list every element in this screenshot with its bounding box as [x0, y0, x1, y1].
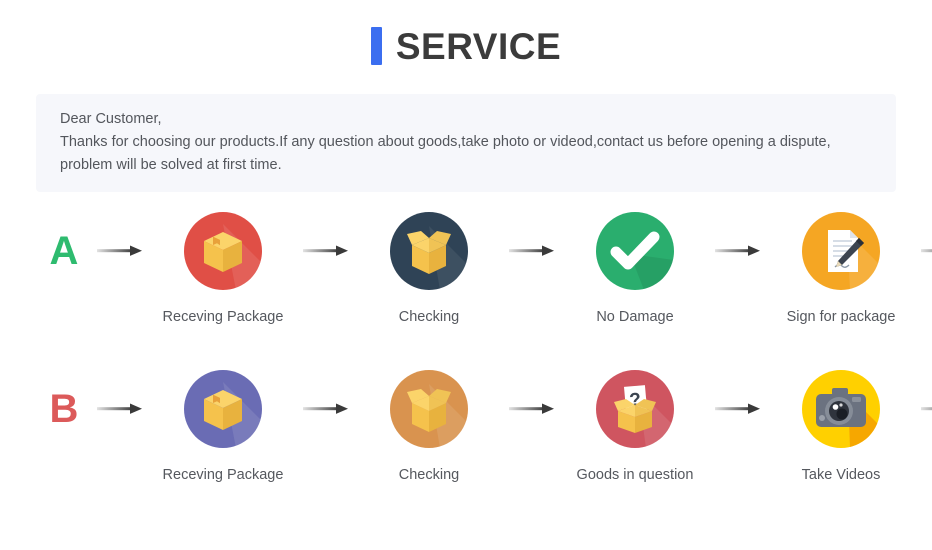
document-pen-icon	[802, 212, 880, 290]
arrow-right-icon	[916, 370, 932, 448]
flow-step-label: Take Videos	[801, 467, 881, 483]
arrow-right-icon	[916, 212, 932, 290]
customer-notice-box: Dear Customer, Thanks for choosing our p…	[36, 94, 896, 192]
flow-row-a: A Receving Package Checking No Damage Si…	[0, 212, 932, 327]
flow-step[interactable]: Checking	[354, 212, 504, 327]
open-box-icon	[390, 212, 468, 290]
flow-step-label: Receving Package	[162, 467, 284, 483]
open-box-icon	[390, 370, 468, 448]
closed-box-icon	[184, 212, 262, 290]
page-title: SERVICE	[0, 0, 932, 80]
arrow-right-icon	[504, 212, 560, 290]
flow-step[interactable]: ? Goods in question	[560, 370, 710, 485]
flow-step[interactable]: No Damage	[560, 212, 710, 327]
flow-step[interactable]: Sign for package	[766, 212, 916, 327]
flow-step-label: Checking	[398, 467, 460, 483]
flow-step[interactable]: Checking	[354, 370, 504, 485]
service-page: SERVICE Dear Customer, Thanks for choosi…	[0, 0, 932, 550]
flow-step-label: Checking	[398, 309, 460, 325]
flow-step[interactable]: Receving Package	[148, 212, 298, 327]
notice-line-2: Thanks for choosing our products.If any …	[60, 134, 831, 150]
flow-step[interactable]: Receving Package	[148, 370, 298, 485]
flow-label-b: B	[49, 387, 79, 431]
flow-label-a: A	[49, 229, 79, 273]
arrow-right-icon	[92, 370, 148, 448]
page-title-text: SERVICE	[395, 25, 562, 67]
arrow-right-icon	[504, 370, 560, 448]
closed-box-icon	[184, 370, 262, 448]
arrow-right-icon	[92, 212, 148, 290]
arrow-right-icon	[710, 212, 766, 290]
arrow-right-icon	[298, 370, 354, 448]
notice-line-3: problem will be solved at first time.	[60, 157, 282, 173]
question-box-icon: ?	[596, 370, 674, 448]
flow-step[interactable]: Take Videos	[766, 370, 916, 485]
camera-icon	[802, 370, 880, 448]
flow-step-label: Goods in question	[576, 467, 694, 483]
flow-step-label: No Damage	[596, 309, 674, 325]
flow-step-label: Receving Package	[162, 309, 284, 325]
arrow-right-icon	[298, 212, 354, 290]
check-mark-icon	[596, 212, 674, 290]
title-accent-bar	[370, 27, 382, 65]
flow-step-label: Sign for package	[786, 309, 896, 325]
notice-greeting: Dear Customer,	[60, 111, 162, 127]
flow-row-b: B Receving Package Checking ? Goods in q…	[0, 370, 932, 505]
arrow-right-icon	[710, 370, 766, 448]
